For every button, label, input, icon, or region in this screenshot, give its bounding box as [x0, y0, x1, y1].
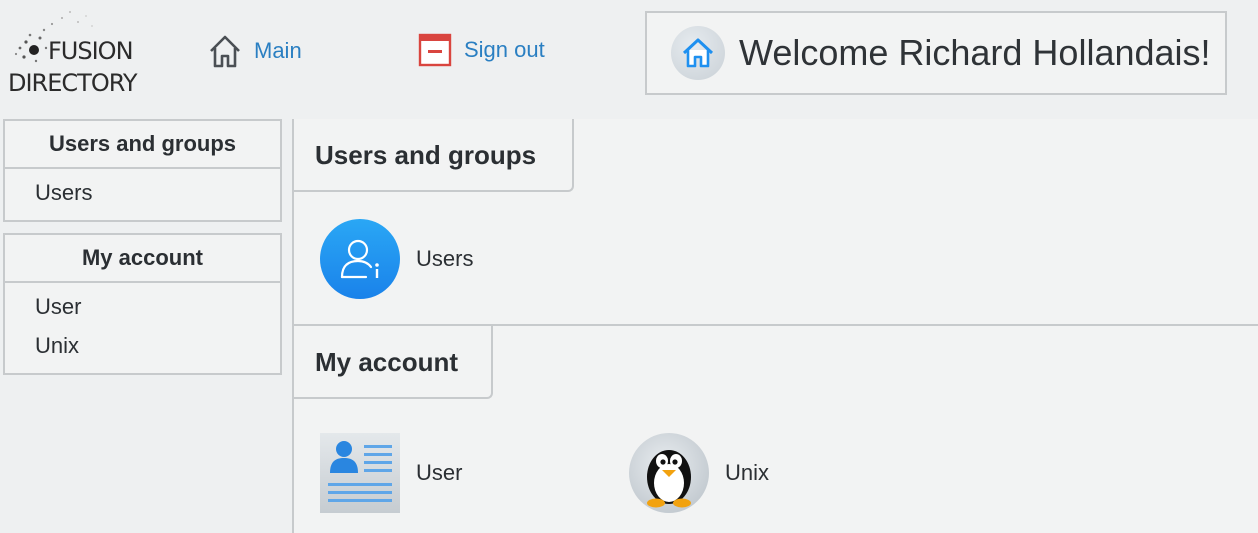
main-link-label: Main: [254, 38, 302, 63]
sidebar-group-title: Users and groups: [5, 121, 280, 169]
user-info-icon: [320, 219, 400, 299]
sidebar-group-my-account: My account User Unix: [3, 233, 282, 375]
tile-users[interactable]: Users: [320, 219, 473, 299]
id-card-icon: [320, 433, 400, 513]
section-title: My account: [292, 326, 493, 399]
welcome-panel: Welcome Richard Hollandais!: [645, 11, 1227, 95]
home-icon: [210, 35, 240, 68]
welcome-text: Welcome Richard Hollandais!: [739, 32, 1211, 73]
logo-text-directory: DIRECTORY: [8, 69, 138, 97]
penguin-icon: [629, 433, 709, 513]
sidebar-item-unix[interactable]: Unix: [5, 326, 280, 365]
sidebar-group-users-and-groups: Users and groups Users: [3, 119, 282, 222]
tile-user[interactable]: User: [320, 433, 462, 513]
tile-user-label: User: [416, 460, 463, 485]
signout-link[interactable]: Sign out: [418, 33, 545, 67]
sidebar-item-user[interactable]: User: [5, 287, 280, 326]
logo-text-fusion: FUSION: [48, 37, 134, 65]
section-my-account: My account User Unix: [292, 326, 1258, 531]
main-link[interactable]: Main: [208, 33, 302, 69]
section-title: Users and groups: [292, 119, 574, 192]
tile-unix[interactable]: Unix: [629, 433, 769, 513]
sidebar-group-title: My account: [5, 235, 280, 283]
main-content: Users and groups Users My account User U…: [292, 119, 1258, 533]
sidebar-item-users[interactable]: Users: [5, 173, 280, 212]
section-users-and-groups: Users and groups Users: [292, 119, 1258, 326]
tile-users-label: Users: [416, 246, 474, 271]
home-avatar-icon: [671, 26, 725, 80]
signout-icon: [418, 33, 452, 67]
tile-unix-label: Unix: [725, 460, 770, 485]
signout-link-label: Sign out: [464, 37, 545, 62]
fusiondirectory-logo: FUSION DIRECTORY: [6, 8, 146, 98]
